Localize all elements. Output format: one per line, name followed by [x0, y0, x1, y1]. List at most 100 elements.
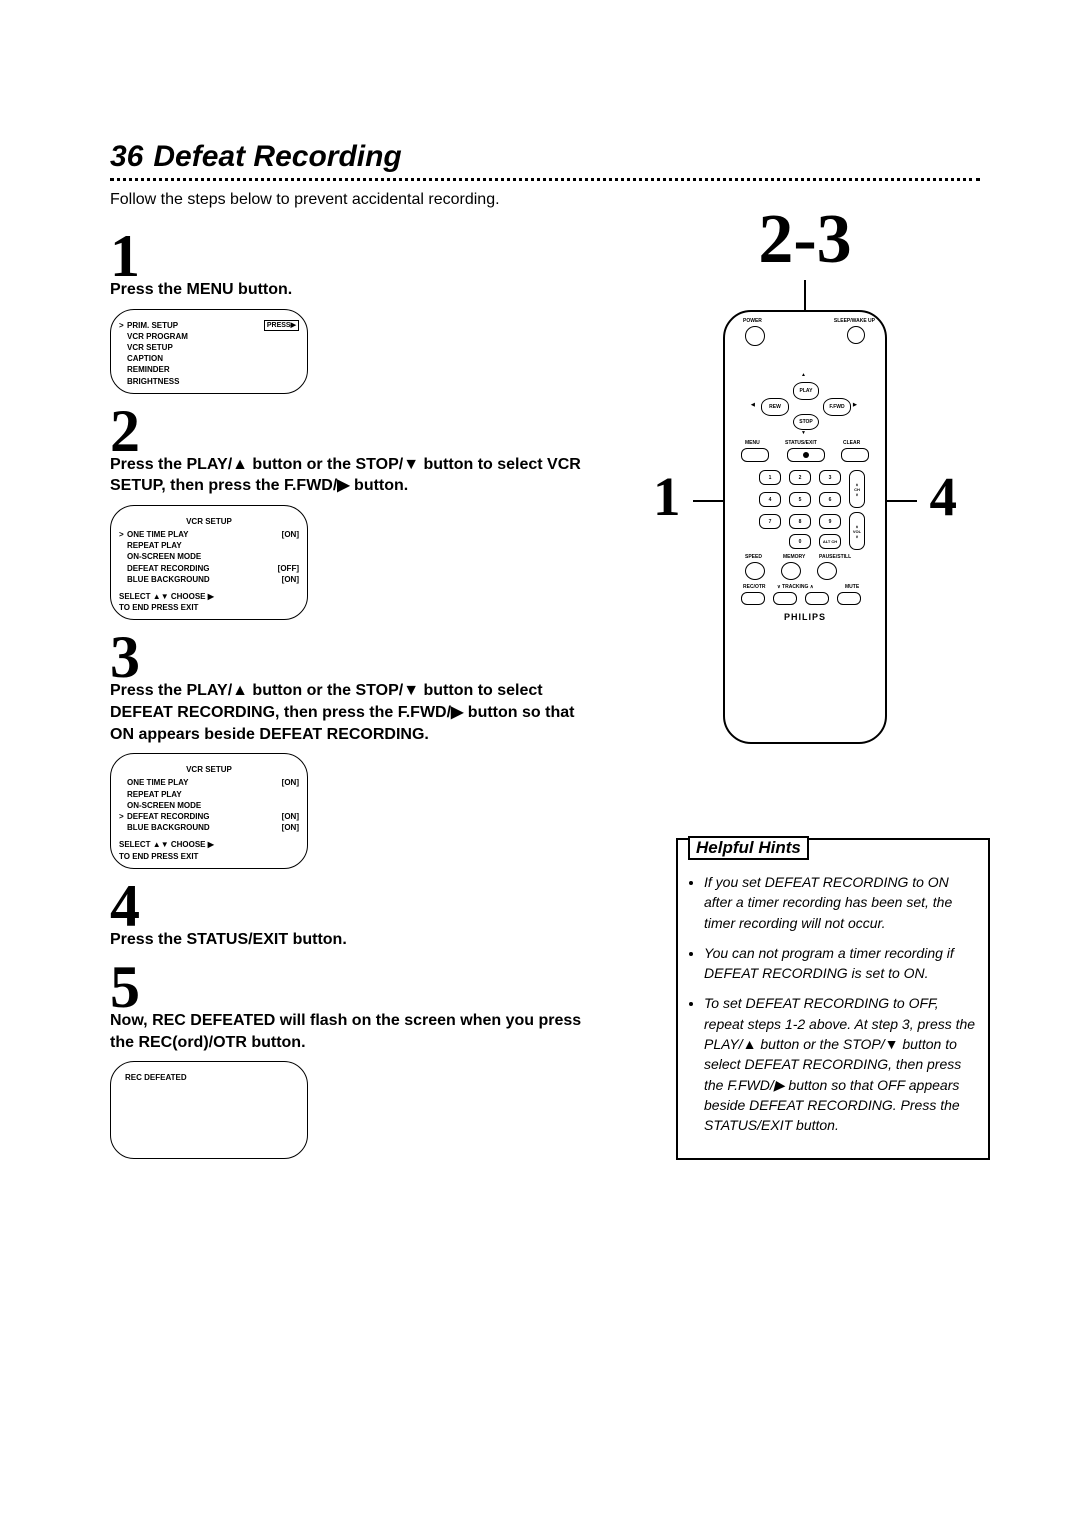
- play-button[interactable]: PLAY: [793, 382, 819, 400]
- osd-row-value: [ON]: [282, 811, 299, 822]
- num-9-button[interactable]: 9: [819, 514, 841, 529]
- osd1-item: VCR SETUP: [119, 342, 299, 353]
- osd-row: REPEAT PLAY: [119, 789, 299, 800]
- osd-vcr-setup-2: VCR SETUP ONE TIME PLAY[ON]REPEAT PLAYON…: [110, 753, 308, 869]
- osd-indicator: [119, 789, 127, 800]
- osd-row-label: REPEAT PLAY: [127, 789, 299, 800]
- label-status: STATUS/EXIT: [785, 440, 817, 446]
- osd1-item-label: PRIM. SETUP: [127, 320, 264, 331]
- osd-row-value: [ON]: [282, 777, 299, 788]
- osd-row-label: DEFEAT RECORDING: [127, 563, 278, 574]
- osd-row-label: BLUE BACKGROUND: [127, 822, 282, 833]
- brand-label: PHILIPS: [725, 612, 885, 622]
- mute-button[interactable]: [837, 592, 861, 605]
- label-mute: MUTE: [845, 584, 859, 590]
- stop-label: STOP: [799, 419, 813, 425]
- osd-indicator: [119, 822, 127, 833]
- num-8-button[interactable]: 8: [789, 514, 811, 529]
- num-3-button[interactable]: 3: [819, 470, 841, 485]
- step-5-number: 5: [110, 960, 590, 1014]
- osd-indicator: [119, 800, 127, 811]
- osd-row-value: [OFF]: [278, 563, 299, 574]
- power-button[interactable]: [745, 326, 765, 346]
- osd1-item: >PRIM. SETUP: [119, 320, 264, 331]
- step-2-text: Press the PLAY/▲ button or the STOP/▼ bu…: [110, 454, 590, 497]
- osd-row: BLUE BACKGROUND[ON]: [119, 574, 299, 585]
- page-title: Defeat Recording: [153, 140, 401, 173]
- num-label: 8: [799, 519, 802, 525]
- osd-indicator: >: [119, 811, 127, 822]
- vol-rocker[interactable]: ∧ VOL ∨: [849, 512, 865, 550]
- num-label: 1: [769, 475, 772, 481]
- label-rec: REC/OTR: [743, 584, 766, 590]
- num-label: 7: [769, 519, 772, 525]
- page-number: 36: [110, 140, 143, 173]
- osd-row-label: ONE TIME PLAY: [127, 777, 282, 788]
- clear-button[interactable]: [841, 448, 869, 462]
- osd1-item: REMINDER: [119, 364, 299, 375]
- play-label: PLAY: [800, 388, 813, 394]
- osd-row: ON-SCREEN MODE: [119, 551, 299, 562]
- num-label: 9: [829, 519, 832, 525]
- label-sleep: SLEEP/WAKE UP: [834, 318, 875, 324]
- tri-down-icon: ▼: [801, 430, 806, 436]
- osd1-item: CAPTION: [119, 353, 299, 364]
- ffwd-label: F.FWD: [829, 404, 844, 410]
- tri-right-icon: ▶: [853, 402, 857, 408]
- rew-button[interactable]: REW: [761, 398, 789, 416]
- vol-down-icon: ∨: [856, 534, 859, 539]
- num-5-button[interactable]: 5: [789, 492, 811, 507]
- menu-button[interactable]: [741, 448, 769, 462]
- num-label: 4: [769, 497, 772, 503]
- tracking-up-button[interactable]: [805, 592, 829, 605]
- osd1-indicator: [119, 353, 127, 364]
- ch-rocker[interactable]: ∧ CH ∨: [849, 470, 865, 508]
- hint-item: If you set DEFEAT RECORDING to ON after …: [704, 872, 976, 933]
- num-label: 6: [829, 497, 832, 503]
- num-label: 3: [829, 475, 832, 481]
- osd-indicator: [119, 563, 127, 574]
- osd-row: BLUE BACKGROUND[ON]: [119, 822, 299, 833]
- osd1-item-label: REMINDER: [127, 364, 299, 375]
- step-4-number: 4: [110, 879, 590, 933]
- num-label: 2: [799, 475, 802, 481]
- num-7-button[interactable]: 7: [759, 514, 781, 529]
- num-4-button[interactable]: 4: [759, 492, 781, 507]
- osd3-foot1: SELECT ▲▼ CHOOSE ▶: [119, 839, 299, 850]
- num-2-button[interactable]: 2: [789, 470, 811, 485]
- altch-button[interactable]: ALT CH: [819, 534, 841, 549]
- label-power: POWER: [743, 318, 762, 324]
- status-exit-button[interactable]: [787, 448, 825, 462]
- osd1-item-label: CAPTION: [127, 353, 299, 364]
- step-4-text: Press the STATUS/EXIT button.: [110, 929, 590, 951]
- osd-row: DEFEAT RECORDING[OFF]: [119, 563, 299, 574]
- tri-left-icon: ◀: [751, 402, 755, 408]
- status-dot-icon: [803, 452, 809, 458]
- num-0-button[interactable]: 0: [789, 534, 811, 549]
- ffwd-button[interactable]: F.FWD: [823, 398, 851, 416]
- rew-label: REW: [769, 404, 781, 410]
- osd1-item-label: BRIGHTNESS: [127, 376, 299, 387]
- osd3-foot2: TO END PRESS EXIT: [119, 851, 299, 862]
- osd-row-value: [ON]: [282, 529, 299, 540]
- num-0-label: 0: [799, 539, 802, 545]
- num-1-button[interactable]: 1: [759, 470, 781, 485]
- osd1-item-label: VCR PROGRAM: [127, 331, 264, 342]
- osd-row: REPEAT PLAY: [119, 540, 299, 551]
- osd-rec-defeated: REC DEFEATED: [110, 1061, 308, 1159]
- num-6-button[interactable]: 6: [819, 492, 841, 507]
- rec-otr-button[interactable]: [741, 592, 765, 605]
- memory-button[interactable]: [781, 562, 801, 580]
- osd-row: >ONE TIME PLAY[ON]: [119, 529, 299, 540]
- osd2-foot1: SELECT ▲▼ CHOOSE ▶: [119, 591, 299, 602]
- osd-indicator: [119, 574, 127, 585]
- speed-button[interactable]: [745, 562, 765, 580]
- pause-button[interactable]: [817, 562, 837, 580]
- callout-2-3: 2-3: [620, 200, 990, 280]
- tracking-down-button[interactable]: [773, 592, 797, 605]
- ch-down-icon: ∨: [856, 492, 859, 497]
- osd-row-label: ON-SCREEN MODE: [127, 551, 299, 562]
- osd-indicator: >: [119, 529, 127, 540]
- stop-button[interactable]: STOP: [793, 414, 819, 430]
- sleep-button[interactable]: [847, 326, 865, 344]
